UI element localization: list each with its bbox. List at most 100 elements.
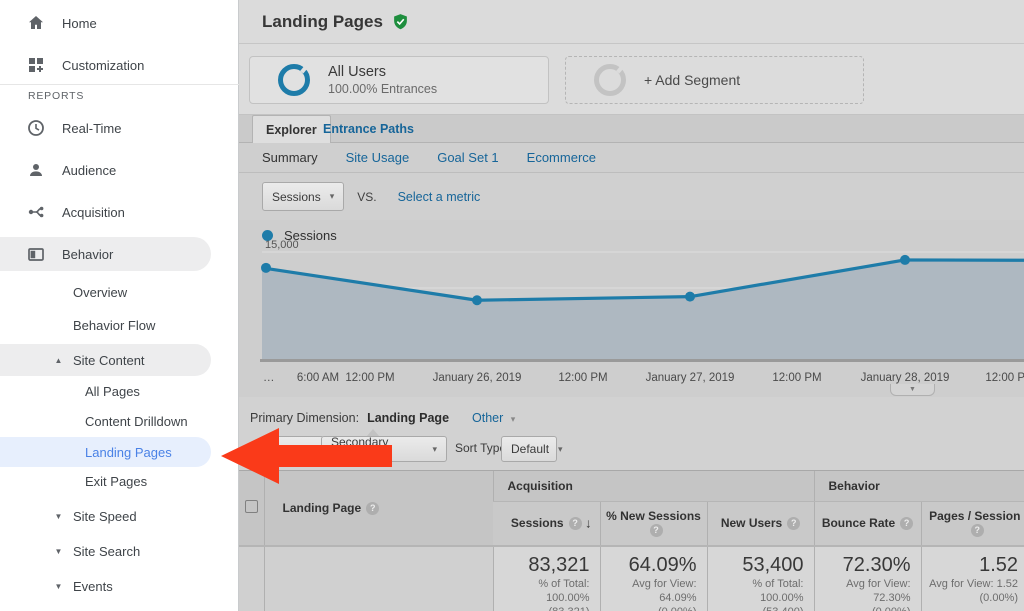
column-label: Bounce Rate	[822, 516, 895, 530]
total-sessions: 83,321 % of Total: 100.00% (83,321)	[493, 546, 600, 611]
svg-text:12:00 PM: 12:00 PM	[345, 372, 394, 384]
svg-text:15,000: 15,000	[265, 240, 299, 251]
chevron-down-icon: ▾	[432, 444, 437, 455]
subtab-goal-set-1[interactable]: Goal Set 1	[437, 150, 498, 165]
column-header-sessions[interactable]: Sessions? ↓	[493, 501, 600, 546]
sidebar-item-label: Behavior	[62, 247, 113, 262]
clock-icon	[26, 119, 45, 138]
sort-type-dropdown[interactable]: Default ▾	[501, 436, 557, 462]
sidebar-section-reports: REPORTS	[28, 90, 84, 102]
svg-text:January 26, 2019: January 26, 2019	[433, 372, 522, 384]
sidebar-item-site-search[interactable]: ▼ Site Search	[0, 535, 211, 567]
sidebar-item-customization[interactable]: Customization	[0, 48, 211, 82]
sidebar-item-behavior-flow[interactable]: Behavior Flow	[0, 311, 211, 339]
column-header-landing-page[interactable]: Landing Page?	[264, 471, 493, 546]
column-label: % New Sessions	[605, 509, 703, 523]
segment-bar: All Users 100.00% Entrances + Add Segmen…	[239, 44, 1024, 115]
page-title: Landing Pages	[262, 12, 383, 32]
help-icon[interactable]: ?	[650, 524, 663, 537]
ga-screen: Home Customization REPORTS Re	[0, 0, 1024, 611]
sidebar-item-audience[interactable]: Audience	[0, 153, 211, 187]
svg-text:6:00 AM: 6:00 AM	[297, 372, 339, 384]
help-icon[interactable]: ?	[900, 517, 913, 530]
branch-icon	[26, 203, 45, 222]
sessions-line-chart[interactable]: 15,00010,0005,000…6:00 AM12:00 PMJanuary…	[239, 240, 1024, 395]
totals-row: 83,321 % of Total: 100.00% (83,321) 64.0…	[239, 546, 1024, 611]
help-icon[interactable]: ?	[569, 517, 582, 530]
sidebar-item-label: Customization	[62, 58, 144, 73]
sidebar-item-real-time[interactable]: Real-Time	[0, 111, 211, 145]
metric-group-tabs: Summary Site Usage Goal Set 1 Ecommerce	[239, 143, 1024, 173]
sidebar-item-acquisition[interactable]: Acquisition	[0, 195, 211, 229]
sidebar-item-landing-pages[interactable]: Landing Pages	[0, 437, 211, 467]
dimension-landing-page[interactable]: Landing Page	[367, 411, 449, 425]
sidebar-item-site-speed[interactable]: ▼ Site Speed	[0, 500, 211, 532]
sidebar-item-home[interactable]: Home	[0, 6, 211, 40]
column-header-new-users[interactable]: New Users?	[707, 501, 814, 546]
sidebar-item-content-drilldown[interactable]: Content Drilldown	[0, 407, 211, 435]
subtab-ecommerce[interactable]: Ecommerce	[527, 150, 596, 165]
expand-triangle-icon: ▼	[52, 512, 65, 521]
sidebar-item-label: Events	[73, 579, 113, 594]
sort-desc-icon[interactable]: ↓	[585, 516, 592, 531]
segment-donut-empty-icon	[594, 64, 626, 96]
add-segment-label: + Add Segment	[644, 72, 740, 88]
total-pages-session: 1.52 Avg for View: 1.52 (0.00%)	[921, 546, 1024, 611]
chart-collapse-tab[interactable]: ▼	[890, 384, 935, 396]
select-all-checkbox[interactable]	[245, 500, 258, 513]
sidebar-item-label: Behavior Flow	[73, 318, 155, 333]
tab-entrance-paths[interactable]: Entrance Paths	[313, 115, 424, 143]
column-header-bounce-rate[interactable]: Bounce Rate?	[814, 501, 921, 546]
sidebar-item-label: Real-Time	[62, 121, 121, 136]
total-new-users: 53,400 % of Total: 100.00% (53,400)	[707, 546, 814, 611]
total-bounce-rate: 72.30% Avg for View: 72.30% (0.00%)	[814, 546, 921, 611]
sort-type-value: Default	[511, 442, 549, 456]
sidebar-item-overview[interactable]: Overview	[0, 278, 211, 306]
column-label: Landing Page	[283, 501, 362, 515]
sidebar: Home Customization REPORTS Re	[0, 0, 239, 611]
sidebar-divider	[0, 84, 239, 85]
svg-text:12:00 PM: 12:00 PM	[985, 372, 1024, 384]
chevron-down-icon: ▾	[330, 191, 335, 202]
primary-dimension-row: Primary Dimension: Landing Page Other ▾	[250, 411, 515, 425]
sidebar-item-all-pages[interactable]: All Pages	[0, 377, 211, 405]
metric-picker-row: Sessions ▾ VS. Select a metric	[239, 173, 1024, 220]
subtab-site-usage[interactable]: Site Usage	[346, 150, 410, 165]
sidebar-item-site-content[interactable]: ▲ Site Content	[0, 344, 211, 376]
column-label: Pages / Session	[926, 509, 1024, 523]
dimension-other-label: Other	[472, 411, 503, 425]
collapse-triangle-icon: ▲	[52, 356, 65, 365]
svg-text:January 28, 2019: January 28, 2019	[861, 372, 950, 384]
subtab-summary[interactable]: Summary	[262, 150, 318, 165]
select-metric-link[interactable]: Select a metric	[398, 190, 481, 204]
segment-all-users[interactable]: All Users 100.00% Entrances	[249, 56, 549, 104]
sidebar-item-behavior[interactable]: Behavior	[0, 237, 211, 271]
column-header-pages-session[interactable]: Pages / Session?	[921, 501, 1024, 546]
total-new-sessions: 64.09% Avg for View: 64.09% (0.00%)	[600, 546, 707, 611]
customization-icon	[26, 56, 45, 75]
metric-dropdown-value: Sessions	[272, 190, 321, 204]
sidebar-item-exit-pages[interactable]: Exit Pages	[0, 467, 211, 495]
dimension-other-dropdown[interactable]: Other ▾	[472, 411, 515, 425]
sidebar-item-events[interactable]: ▼ Events	[0, 570, 211, 602]
report-tabs: Explorer Entrance Paths	[239, 115, 1024, 143]
data-table-wrap: Landing Page? Acquisition Behavior Sessi…	[239, 470, 1024, 611]
sidebar-item-label: Landing Pages	[85, 445, 172, 460]
segment-detail: 100.00% Entrances	[328, 82, 437, 96]
sidebar-item-label: Site Content	[73, 353, 145, 368]
verified-shield-icon	[392, 13, 409, 30]
help-icon[interactable]: ?	[971, 524, 984, 537]
report-titlebar: Landing Pages	[239, 0, 1024, 44]
help-icon[interactable]: ?	[787, 517, 800, 530]
add-segment-button[interactable]: + Add Segment	[565, 56, 864, 104]
sidebar-item-label: Audience	[62, 163, 116, 178]
report-content: Landing Pages All Users 100.00% Entrance…	[239, 0, 1024, 611]
svg-text:…: …	[263, 372, 275, 384]
chevron-down-icon: ▾	[558, 444, 563, 455]
help-icon[interactable]: ?	[366, 502, 379, 515]
sidebar-item-label: Site Speed	[73, 509, 137, 524]
column-header-new-sessions[interactable]: % New Sessions?	[600, 501, 707, 546]
expand-triangle-icon: ▼	[52, 547, 65, 556]
metric-dropdown[interactable]: Sessions ▾	[262, 182, 344, 211]
segment-donut-icon	[278, 64, 310, 96]
